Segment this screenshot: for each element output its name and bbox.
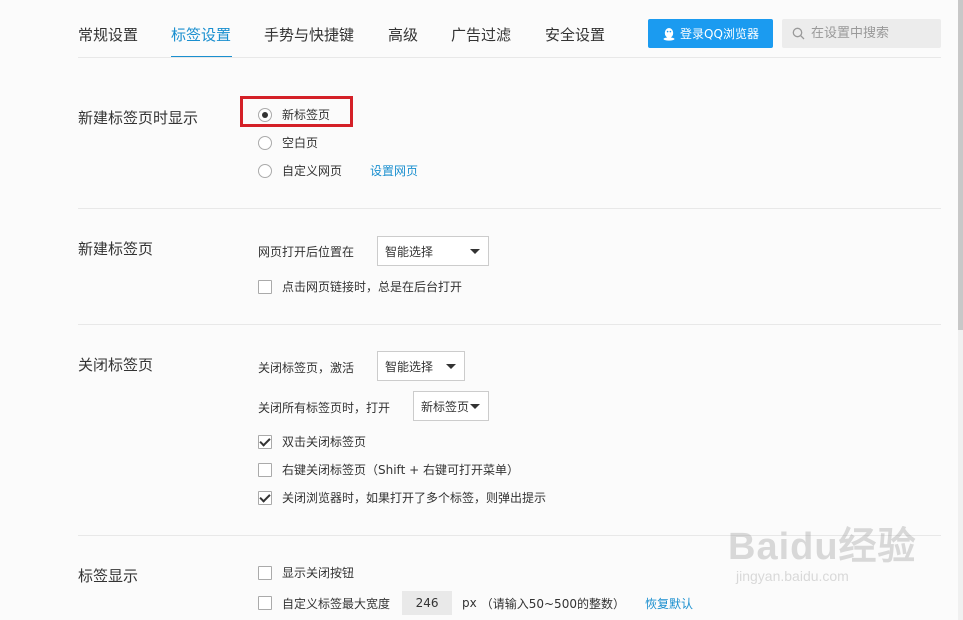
- radio-label: 新标签页: [282, 108, 331, 122]
- select-value: 智能选择: [385, 359, 434, 374]
- dropdown-caret-icon: [470, 404, 480, 409]
- close-prompt-option[interactable]: 关闭浏览器时，如果打开了多个标签，则弹出提示: [258, 489, 546, 506]
- show-close-button-option[interactable]: 显示关闭按钮: [258, 564, 354, 581]
- dropdown-caret-icon: [470, 249, 480, 254]
- checkbox-label: 双击关闭标签页: [282, 435, 367, 449]
- section-title-new-tab: 新建标签页: [78, 240, 154, 258]
- settings-nav: 常规设置 标签设置 手势与快捷键 高级 广告过滤 安全设置 登录QQ浏览器: [0, 0, 963, 58]
- watermark-url: jingyan.baidu.com: [736, 568, 849, 584]
- checkbox-label: 点击网页链接时，总是在后台打开: [282, 280, 463, 294]
- radio-new-tab[interactable]: 新标签页: [258, 106, 330, 123]
- baidu-watermark: Baidu经验 jingyan.baidu.com: [728, 515, 917, 584]
- section-title-close-tab: 关闭标签页: [78, 356, 154, 374]
- background-open-option[interactable]: 点击网页链接时，总是在后台打开: [258, 278, 462, 295]
- activate-select[interactable]: 智能选择: [377, 351, 465, 381]
- unit-label: px: [462, 596, 477, 610]
- section-divider: [78, 324, 941, 325]
- settings-search[interactable]: [782, 19, 941, 48]
- radio-blank-page[interactable]: 空白页: [258, 134, 318, 151]
- double-click-close-option[interactable]: 双击关闭标签页: [258, 433, 366, 450]
- activate-label: 关闭标签页，激活: [258, 361, 355, 375]
- hint-text: （请输入50~500的整数）: [480, 596, 625, 611]
- login-qq-button[interactable]: 登录QQ浏览器: [648, 19, 773, 48]
- watermark-logo: Baidu经验: [728, 526, 917, 568]
- radio-label: 空白页: [282, 136, 319, 150]
- tab-tabs[interactable]: 标签设置: [171, 24, 231, 45]
- set-page-link[interactable]: 设置网页: [370, 162, 418, 179]
- checkbox-label: 显示关闭按钮: [282, 566, 355, 580]
- max-width-input[interactable]: [402, 591, 453, 615]
- radio-label: 自定义网页: [282, 164, 343, 178]
- checkbox-label: 自定义标签最大宽度: [282, 596, 391, 611]
- checkbox[interactable]: [258, 462, 272, 477]
- checkbox[interactable]: [258, 490, 272, 505]
- radio-button[interactable]: [258, 163, 272, 178]
- section-divider: [78, 208, 941, 209]
- tab-gestures-shortcuts[interactable]: 手势与快捷键: [264, 24, 354, 45]
- radio-custom-page[interactable]: 自定义网页 设置网页: [258, 162, 418, 179]
- search-icon: [792, 27, 805, 40]
- login-button-label: 登录QQ浏览器: [680, 27, 759, 41]
- nav-divider: [78, 57, 941, 58]
- tab-advanced[interactable]: 高级: [388, 24, 418, 45]
- radio-button[interactable]: [258, 135, 272, 150]
- section-title-startup: 新建标签页时显示: [78, 109, 199, 127]
- reset-default-link[interactable]: 恢复默认: [645, 595, 693, 612]
- close-all-select[interactable]: 新标签页: [413, 391, 489, 421]
- checkbox[interactable]: [258, 596, 272, 610]
- close-all-label: 关闭所有标签页时，打开: [258, 401, 391, 415]
- qq-penguin-icon: [663, 27, 675, 41]
- search-input[interactable]: [805, 26, 941, 41]
- select-value: 新标签页: [421, 399, 470, 414]
- max-width-option[interactable]: 自定义标签最大宽度 px （请输入50~500的整数） 恢复默认: [258, 591, 693, 615]
- position-label: 网页打开后位置在: [258, 245, 355, 259]
- right-click-close-option[interactable]: 右键关闭标签页（Shift + 右键可打开菜单）: [258, 461, 519, 478]
- tab-security[interactable]: 安全设置: [545, 24, 605, 45]
- dropdown-caret-icon: [446, 364, 456, 369]
- checkbox-label: 右键关闭标签页（Shift + 右键可打开菜单）: [282, 463, 519, 477]
- select-value: 智能选择: [385, 244, 434, 259]
- radio-button[interactable]: [258, 107, 272, 122]
- checkbox-label: 关闭浏览器时，如果打开了多个标签，则弹出提示: [282, 491, 547, 505]
- section-title-tab-display: 标签显示: [78, 567, 139, 585]
- scrollbar-thumb[interactable]: [958, 0, 963, 330]
- checkbox[interactable]: [258, 434, 272, 449]
- checkbox[interactable]: [258, 565, 272, 580]
- position-select[interactable]: 智能选择: [377, 236, 489, 266]
- checkbox[interactable]: [258, 279, 272, 294]
- tab-general[interactable]: 常规设置: [78, 24, 138, 45]
- tab-ad-filter[interactable]: 广告过滤: [451, 24, 511, 45]
